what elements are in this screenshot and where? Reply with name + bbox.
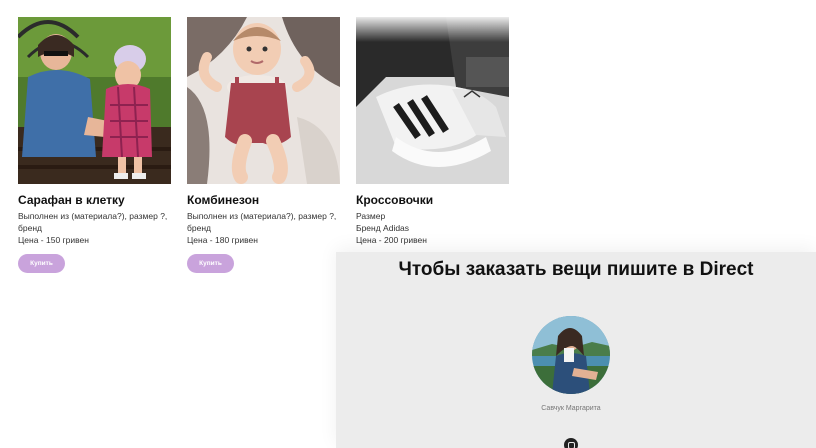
contact-panel: Чтобы заказать вещи пишите в Direct Савч… (336, 252, 816, 448)
product-description: Выполнен из (материала?), размер ?, брен… (187, 211, 337, 245)
product-title: Комбинезон (187, 193, 260, 207)
product-photo-kombinezon (187, 17, 340, 184)
product-card-krossovochki: Кроссовочки Размер Бренд Adidas Цена - 2… (356, 17, 509, 246)
contact-heading: Чтобы заказать вещи пишите в Direct (398, 259, 754, 280)
avatar[interactable] (532, 316, 610, 394)
product-description: Выполнен из (материала?), размер ?, брен… (18, 211, 168, 245)
page: Сарафан в клетку Выполнен из (материала?… (0, 0, 816, 448)
product-card-kombinezon: Комбинезон Выполнен из (материала?), раз… (187, 17, 340, 273)
avatar-name: Савчук Маргарита (541, 405, 601, 412)
product-photo-sarafan (18, 17, 171, 184)
buy-button-kombinezon[interactable]: Купить (187, 254, 234, 273)
product-description: Размер Бренд Adidas Цена - 200 гривен (356, 211, 427, 245)
product-title: Сарафан в клетку (18, 193, 125, 207)
product-title: Кроссовочки (356, 193, 434, 207)
product-card-sarafan: Сарафан в клетку Выполнен из (материала?… (18, 17, 171, 273)
instagram-icon[interactable] (564, 438, 578, 448)
product-photo-krossovochki (356, 17, 509, 184)
buy-button-sarafan[interactable]: Купить (18, 254, 65, 273)
